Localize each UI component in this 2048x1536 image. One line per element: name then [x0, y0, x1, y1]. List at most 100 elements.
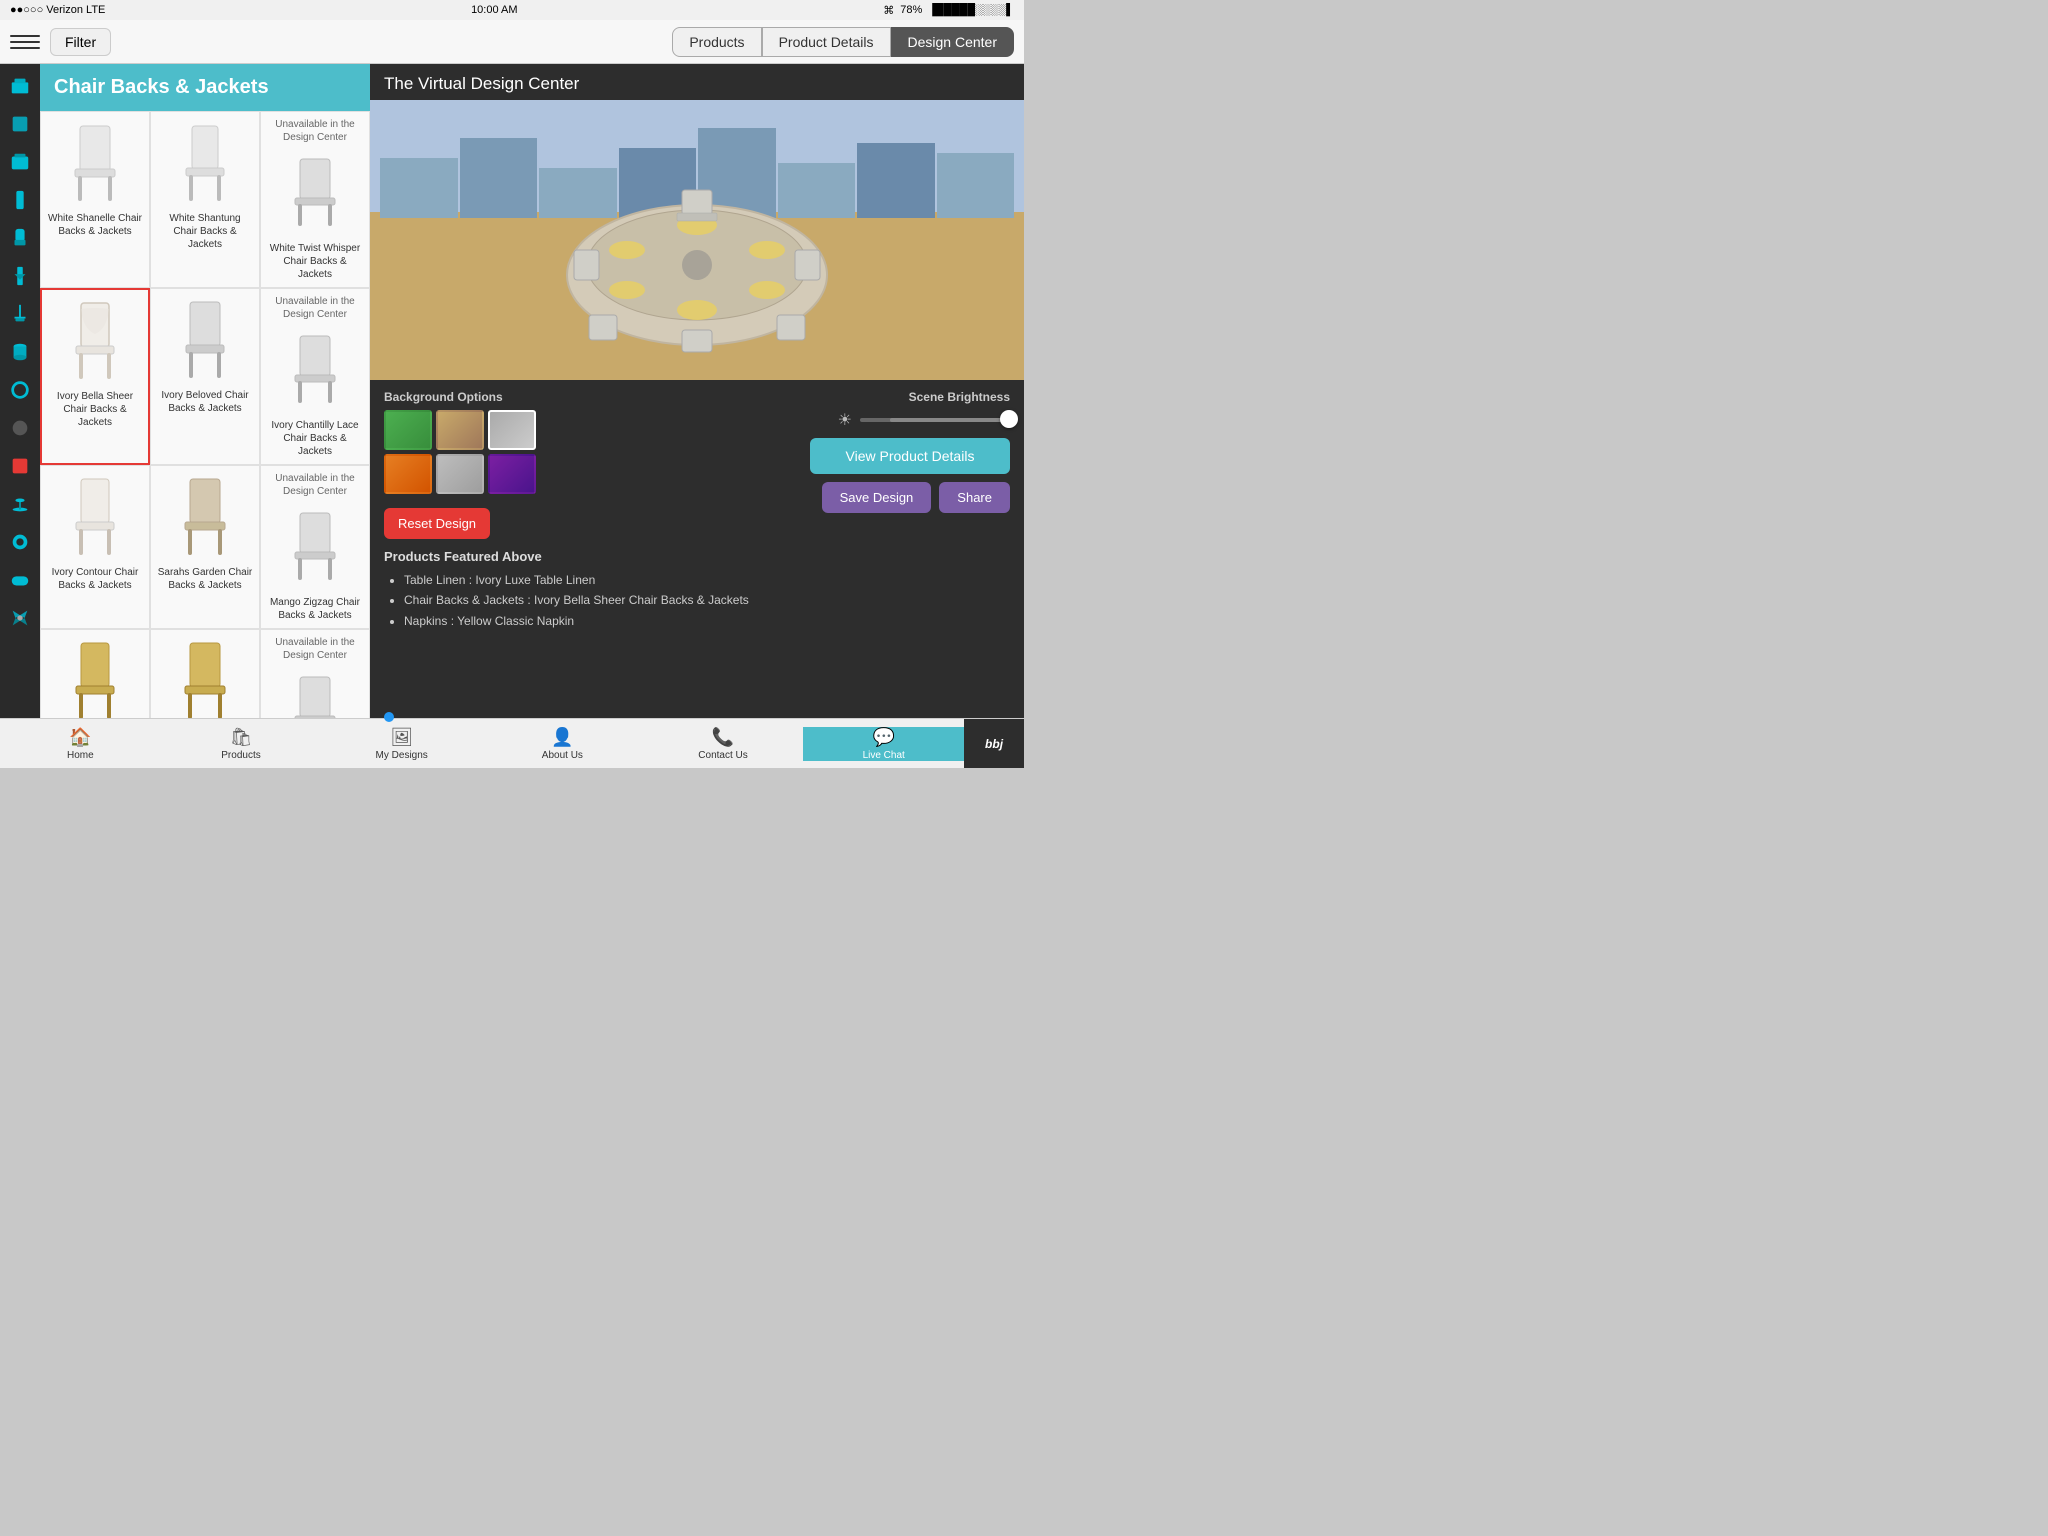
bg-thumb-green[interactable] [384, 410, 432, 450]
sidebar-icon-cakestand[interactable] [2, 486, 38, 522]
product-cell-12[interactable]: Unavailable in the Design Center [260, 629, 370, 718]
tab-my-designs-label: My Designs [376, 750, 428, 761]
products-icon: 🛍 [230, 727, 253, 748]
sidebar-icon-ring2[interactable] [2, 524, 38, 560]
bg-thumb-orange[interactable] [384, 454, 432, 494]
my-designs-icon: 🖼 [390, 727, 413, 748]
sidebar-icon-napkin[interactable] [2, 106, 38, 142]
products-featured-list: Table Linen : Ivory Luxe Table Linen Cha… [384, 570, 800, 631]
nav-bar: Filter Products Product Details Design C… [0, 20, 1024, 64]
brightness-label: Scene Brightness [810, 390, 1010, 404]
sidebar-icon-cushion[interactable] [2, 562, 38, 598]
product-panel-header: Chair Backs & Jackets [40, 64, 370, 111]
reset-design-button[interactable]: Reset Design [384, 508, 490, 539]
product-name-7: Ivory Contour Chair Backs & Jackets [47, 566, 143, 592]
building-1 [380, 158, 458, 218]
sidebar-icon-chair-cover[interactable] [2, 220, 38, 256]
sidebar-icon-red[interactable] [2, 448, 38, 484]
sidebar-icon-accent[interactable] [2, 410, 38, 446]
controls-right: Scene Brightness ☀ View Product Details … [810, 390, 1010, 631]
building-7 [857, 143, 935, 218]
sidebar-icon-ring[interactable] [2, 372, 38, 408]
product-cell-9[interactable]: Unavailable in the Design Center Mango Z… [260, 465, 370, 629]
main-content: Chair Backs & Jackets White Shanelle Cha… [0, 64, 1024, 718]
sidebar-icon-bow[interactable] [2, 600, 38, 636]
product-cell-1[interactable]: White Shanelle Chair Backs & Jackets [40, 111, 150, 288]
building-2 [460, 138, 538, 218]
product-panel-title: Chair Backs & Jackets [54, 76, 356, 99]
tab-live-chat[interactable]: 💬 Live Chat [803, 727, 964, 761]
product-grid: White Shanelle Chair Backs & Jackets Whi… [40, 111, 370, 718]
bottom-tab-bar: 🏠 Home 🛍 Products 🖼 My Designs 👤 About U… [0, 718, 1024, 768]
tab-design-center[interactable]: Design Center [891, 27, 1015, 57]
view-product-details-button[interactable]: View Product Details [810, 438, 1010, 474]
save-design-button[interactable]: Save Design [822, 482, 932, 513]
table-area [547, 175, 847, 360]
sidebar-icon-sash[interactable] [2, 258, 38, 294]
battery-text: 78% [900, 4, 922, 16]
sidebar-icon-runner[interactable] [2, 182, 38, 218]
brightness-knob[interactable] [1000, 410, 1018, 428]
scene-image [370, 100, 1024, 380]
product-cell-10[interactable]: Gold Chiavari Chair Backs & Jackets [40, 629, 150, 718]
bg-thumb-wood[interactable] [436, 410, 484, 450]
tab-contact-us[interactable]: 📞 Contact Us [643, 723, 804, 765]
tab-product-details[interactable]: Product Details [762, 27, 891, 57]
tab-products-label: Products [221, 750, 260, 761]
product-name-3: White Twist Whisper Chair Backs & Jacket… [267, 242, 363, 281]
product-name-2: White Shantung Chair Backs & Jackets [157, 212, 253, 251]
share-button[interactable]: Share [939, 482, 1010, 513]
sidebar-icon-tablecloth[interactable] [2, 68, 38, 104]
unavailable-label-3: Unavailable in the Design Center [267, 118, 363, 144]
sidebar-icon-overlay[interactable] [2, 144, 38, 180]
product-cell-6[interactable]: Unavailable in the Design Center Ivory C… [260, 288, 370, 465]
bg-thumb-curtain[interactable] [436, 454, 484, 494]
bg-thumb-purple[interactable] [488, 454, 536, 494]
product-cell-4[interactable]: Ivory Bella Sheer Chair Backs & Jackets [40, 288, 150, 465]
bg-thumbs [384, 410, 800, 494]
tab-products[interactable]: Products [672, 27, 761, 57]
bg-options-row: Background Options [384, 390, 800, 494]
product-cell-2[interactable]: White Shantung Chair Backs & Jackets [150, 111, 260, 288]
product-name-1: White Shanelle Chair Backs & Jackets [47, 212, 143, 238]
save-share-row: Save Design Share [822, 482, 1010, 513]
product-cell-11[interactable]: Gold Sequin Chair Backs & Jackets [150, 629, 260, 718]
chair-img-2 [165, 118, 245, 208]
scroll-indicator-right [384, 712, 394, 722]
chair-img-8 [165, 472, 245, 562]
chair-img-12 [275, 666, 355, 718]
sidebar-icon-cylinder[interactable] [2, 334, 38, 370]
featured-item-2: Chair Backs & Jackets : Ivory Bella Shee… [404, 590, 800, 610]
tab-home[interactable]: 🏠 Home [0, 723, 161, 765]
tab-about-us[interactable]: 👤 About Us [482, 723, 643, 765]
tab-my-designs[interactable]: 🖼 My Designs [321, 723, 482, 765]
product-cell-3[interactable]: Unavailable in the Design Center White T… [260, 111, 370, 288]
chair-img-4 [55, 296, 135, 386]
brightness-slider[interactable] [860, 418, 1010, 422]
tab-home-label: Home [67, 750, 94, 761]
bg-options-label: Background Options [384, 390, 800, 404]
home-icon: 🏠 [69, 727, 91, 748]
bg-options-section: Background Options [384, 390, 800, 494]
sidebar-icon-candelabra[interactable] [2, 296, 38, 332]
chair-img-6 [275, 325, 355, 415]
product-cell-5[interactable]: Ivory Beloved Chair Backs & Jackets [150, 288, 260, 465]
tab-products[interactable]: 🛍 Products [161, 723, 322, 765]
product-cell-7[interactable]: Ivory Contour Chair Backs & Jackets [40, 465, 150, 629]
chair-img-3 [275, 148, 355, 238]
product-cell-8[interactable]: Sarahs Garden Chair Backs & Jackets [150, 465, 260, 629]
design-center-panel: The Virtual Design Center [370, 64, 1024, 718]
bg-thumb-room[interactable] [488, 410, 536, 450]
chair-img-5 [165, 295, 245, 385]
products-featured-title: Products Featured Above [384, 549, 800, 564]
unavailable-label-12: Unavailable in the Design Center [267, 636, 363, 662]
tab-live-chat-label: Live Chat [863, 750, 905, 761]
product-name-8: Sarahs Garden Chair Backs & Jackets [157, 566, 253, 592]
hamburger-menu[interactable] [10, 27, 40, 57]
chair-img-9 [275, 502, 355, 592]
controls-left: Background Options R [384, 390, 800, 631]
unavailable-label-9: Unavailable in the Design Center [267, 472, 363, 498]
tab-about-us-label: About Us [542, 750, 583, 761]
tab-contact-us-label: Contact Us [698, 750, 747, 761]
filter-button[interactable]: Filter [50, 28, 111, 56]
